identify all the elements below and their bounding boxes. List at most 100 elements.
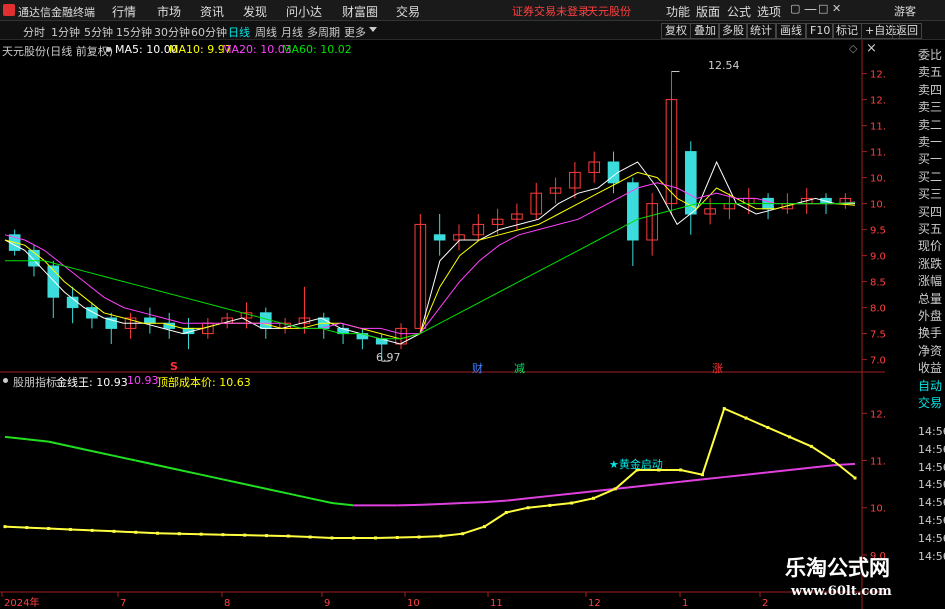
dingbu-point <box>809 444 813 448</box>
chevron-down-icon[interactable] <box>369 27 377 32</box>
period-15min[interactable]: 15分钟 <box>116 24 152 40</box>
quote-row-label[interactable]: 交易 <box>918 394 945 411</box>
trade-time: 14:56 <box>918 460 945 474</box>
menu-item-banmian[interactable]: 版面 <box>696 3 720 20</box>
diejia-button[interactable]: 叠加 <box>690 23 720 39</box>
guest-label[interactable]: 游客 <box>894 3 916 19</box>
minimize-icon[interactable]: — <box>804 2 817 17</box>
price-tick-label: 12.50 <box>870 70 885 81</box>
candle-body <box>627 182 639 241</box>
period-week[interactable]: 周线 <box>255 24 277 40</box>
quote-row-label: 卖一 <box>918 135 943 149</box>
dingbu-point <box>591 496 595 500</box>
menu-item-faxian[interactable]: 发现 <box>243 3 267 20</box>
stock-tag: 天元股份 <box>587 5 631 18</box>
dingbu-point <box>68 527 72 531</box>
marker-cai[interactable]: 财 <box>472 360 483 376</box>
indicator-label-value: 10.93 <box>127 374 159 387</box>
dingbu-point <box>199 532 203 536</box>
marker-zhang[interactable]: 涨 <box>712 360 723 376</box>
quote-row-label: 买五 <box>918 222 943 236</box>
dingbu-point <box>47 527 51 531</box>
huaxian-button[interactable]: 画线 <box>776 23 806 39</box>
indicator-tick-label: 11.00 <box>870 457 885 468</box>
quote-row-label: 收益 <box>918 361 943 376</box>
right-quote-panel: 委比 卖五 卖四 卖三 卖二 卖一 买一 买二 买三 买四 买五 现价 涨跌 涨幅 总量 外盘 换手 净资 收益 自动… <box>918 40 945 563</box>
dingbu-point <box>177 532 181 536</box>
indicator-settings-icon[interactable] <box>3 378 8 383</box>
close-icon[interactable]: ✕ <box>832 2 841 15</box>
menu-item-caifuquan[interactable]: 财富圈 <box>342 3 378 20</box>
menu-item-wenxiaoda[interactable]: 问小达 <box>286 3 322 20</box>
indicator-label-dingbu: 顶部成本价: 10.63 <box>157 376 251 389</box>
jinxianwang-segment <box>113 454 136 462</box>
jinxianwang-segment <box>549 492 572 497</box>
quote-row-label: 卖二 <box>918 117 943 132</box>
period-fenshi[interactable]: 分时 <box>23 24 45 40</box>
login-warning[interactable]: 证券交易未登录 <box>512 3 589 19</box>
back-button[interactable]: 返回 <box>892 23 922 39</box>
biaoji-button[interactable]: 标记 <box>832 23 862 39</box>
jinxianwang-segment <box>48 440 71 448</box>
period-5min[interactable]: 5分钟 <box>84 24 113 40</box>
jinxianwang-segment <box>724 473 747 479</box>
menu-item-zixun[interactable]: 资讯 <box>200 3 224 20</box>
dingbu-point <box>417 535 421 539</box>
quote-row-label: 净资 <box>918 343 943 358</box>
indicator-tick-label: 12.00 <box>870 409 885 420</box>
chart-area[interactable]: 12.50 12.00 11.50 11.00 10.50 10.00 9.50 9.00 8.… <box>0 40 885 609</box>
price-tick-label: 8.00 <box>870 304 885 315</box>
period-multi[interactable]: 多周期 <box>307 24 340 40</box>
dingbu-point <box>330 536 334 540</box>
dingbu-point <box>25 526 29 530</box>
tongji-button[interactable]: 统计 <box>746 23 776 39</box>
jinxianwang-segment <box>91 450 115 457</box>
trade-time: 14:56 <box>918 442 945 456</box>
diamond-icon[interactable]: ◇ <box>849 42 857 55</box>
price-tick-label: 8.50 <box>870 278 885 289</box>
period-1min[interactable]: 1分钟 <box>51 24 80 40</box>
duogu-button[interactable]: 多股 <box>718 23 748 39</box>
period-60min[interactable]: 60分钟 <box>191 24 227 40</box>
watermark: 乐淘公式网 www.60lt.com <box>765 550 945 609</box>
jinxianwang-segment <box>26 438 49 443</box>
close-pane-icon[interactable]: × <box>866 41 877 56</box>
indicator-tick-label: 10.00 <box>870 504 885 515</box>
marker-jian[interactable]: 减 <box>514 360 525 376</box>
menu-item-shichang[interactable]: 市场 <box>157 3 181 20</box>
menu-item-jiaoyi[interactable]: 交易 <box>396 3 420 20</box>
period-month[interactable]: 月线 <box>281 24 303 40</box>
date-tick-label: 11 <box>490 598 503 609</box>
menu-item-hangqing[interactable]: 行情 <box>112 3 136 20</box>
quote-row-label: 买三 <box>918 187 943 202</box>
quote-row-label[interactable]: 自动 <box>918 377 945 394</box>
period-bar: 分时 1分钟 5分钟 15分钟 30分钟 60分钟 日线 周线 月线 多周期 更… <box>0 21 945 40</box>
date-tick-label: 1 <box>682 598 688 609</box>
dingbu-point <box>308 535 312 539</box>
settings-dot-icon[interactable] <box>106 47 111 52</box>
period-more[interactable]: 更多 <box>344 24 366 40</box>
fuquan-button[interactable]: 复权 <box>661 23 691 39</box>
jinxianwang-segment <box>571 490 594 495</box>
menu-item-gongneng[interactable]: 功能 <box>666 3 690 20</box>
jinxianwang-segment <box>266 487 289 495</box>
jinxianwang-segment <box>680 478 703 483</box>
jinxianwang-segment <box>636 483 659 488</box>
menu-item-xuanxiang[interactable]: 选项 <box>757 3 781 20</box>
marker-s[interactable]: S <box>170 360 178 373</box>
ma60-label: MA60: 10.02 <box>282 43 352 56</box>
period-day[interactable]: 日线 <box>228 24 250 40</box>
f10-button[interactable]: F10 <box>806 23 835 39</box>
maximize-icon[interactable]: □ <box>818 2 828 15</box>
restore-icon[interactable]: ▢ <box>790 2 800 15</box>
dingbu-point <box>526 506 530 510</box>
period-30min[interactable]: 30分钟 <box>154 24 190 40</box>
quote-row-label: 买一 <box>918 152 943 167</box>
quote-row-label: 总量 <box>918 291 943 306</box>
trade-time: 14:56 <box>918 425 945 438</box>
watermark-title: 乐淘公式网 <box>785 555 890 580</box>
watermark-url: www.60lt.com <box>791 584 892 599</box>
jinxianwang-segment <box>309 497 333 505</box>
menu-item-gongshi[interactable]: 公式 <box>727 3 751 20</box>
indicator-name[interactable]: 股朋指标 <box>13 374 57 390</box>
